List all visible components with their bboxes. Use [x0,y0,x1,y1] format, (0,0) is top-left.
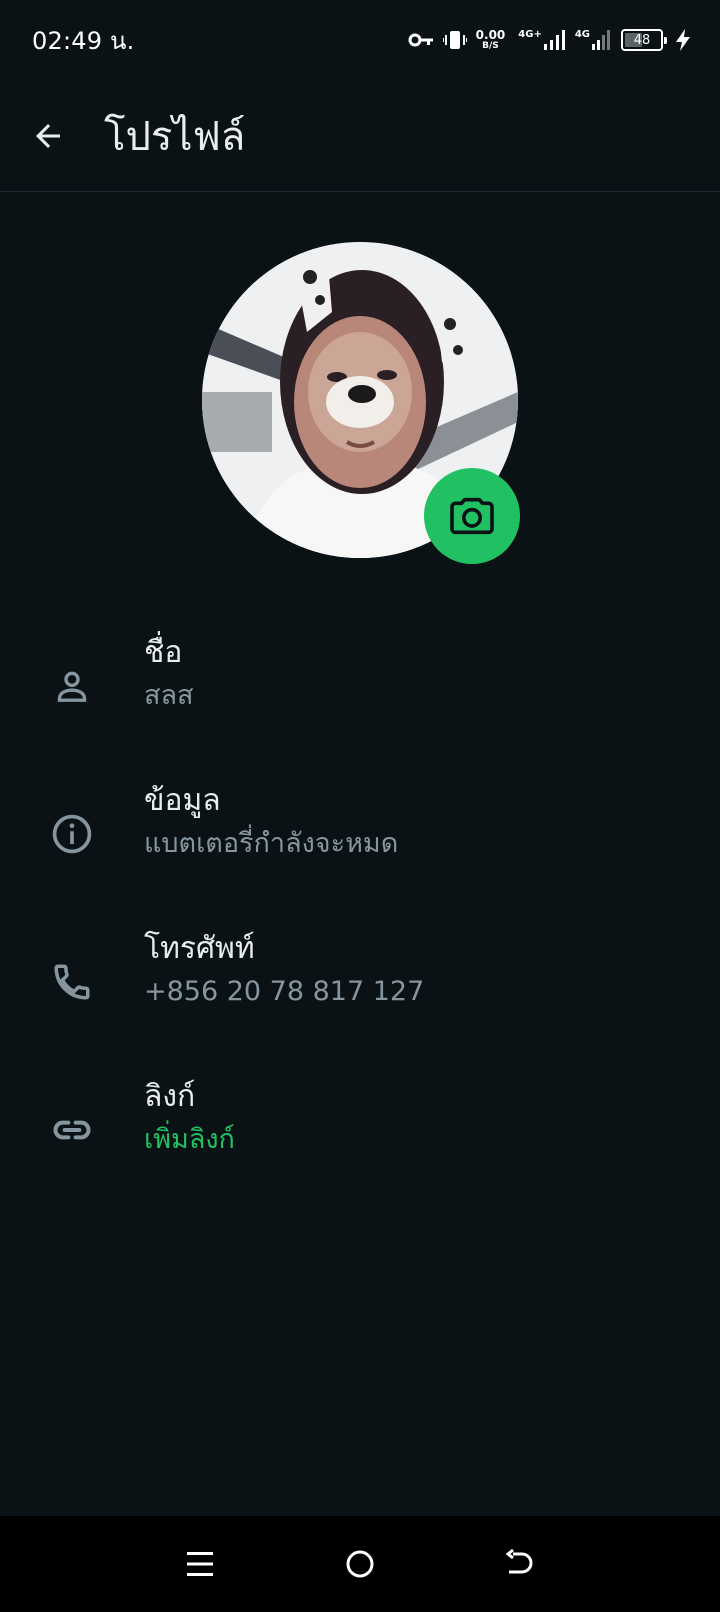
name-label: ชื่อ [144,635,183,670]
info-icon [0,760,144,908]
name-row[interactable]: ชื่อ สลส [0,612,720,760]
phone-label: โทรศัพท์ [144,931,255,966]
vpn-key-icon [408,32,434,48]
network-speed-value: 0.00 [475,28,506,42]
charging-icon [676,29,690,51]
battery-icon: 48 [621,29,667,51]
status-time: 02:49 น. [32,26,135,55]
change-photo-button[interactable] [424,468,520,564]
signal2-label: 4G [574,29,590,40]
add-link-button[interactable]: เพิ่มลิงก์ [144,1120,235,1160]
profile-screen: 02:49 น. 0.00 B/S 4G+ 4G 48 โปรไฟล์ ชื่อ… [0,0,720,1612]
battery-level: 48 [633,32,651,48]
about-label: ข้อมูล [144,783,221,818]
signal-icon: 4G+ [518,30,566,50]
home-circle-icon [346,1550,374,1578]
phone-icon [0,908,144,1056]
network-speed-unit: B/S [482,41,499,51]
phone-row[interactable]: โทรศัพท์ +856 20 78 817 127 [0,908,720,1056]
network-speed: 0.00 B/S [476,29,506,51]
page-title: โปรไฟล์ [104,113,246,160]
signal1-label: 4G+ [518,29,542,40]
app-bar: โปรไฟล์ [0,80,720,192]
status-icons: 0.00 B/S 4G+ 4G 48 [408,29,690,51]
back-button[interactable] [0,80,96,192]
profile-photo-section [202,242,520,564]
phone-value: +856 20 78 817 127 [144,976,425,1007]
back-nav-button[interactable] [490,1534,550,1594]
signal2-icon: 4G [575,30,612,50]
link-icon [0,1056,144,1204]
profile-info-list: ชื่อ สลส ข้อมูล แบตเตอรี่กำลังจะหมด โทรศ… [0,612,720,1204]
link-label: ลิงก์ [144,1079,196,1114]
home-button[interactable] [330,1534,390,1594]
recent-apps-button[interactable] [170,1534,230,1594]
about-value: แบตเตอรี่กำลังจะหมด [144,828,399,859]
camera-icon [450,497,494,535]
menu-icon [187,1552,213,1576]
person-icon [0,612,144,760]
status-bar: 02:49 น. 0.00 B/S 4G+ 4G 48 [0,0,720,80]
link-row[interactable]: ลิงก์ เพิ่มลิงก์ [0,1056,720,1204]
vibrate-icon [442,29,467,51]
back-nav-icon [505,1549,533,1574]
about-row[interactable]: ข้อมูล แบตเตอรี่กำลังจะหมด [0,760,720,908]
system-nav-bar [0,1516,720,1612]
arrow-back-icon [36,123,60,148]
name-value: สลส [144,680,194,711]
